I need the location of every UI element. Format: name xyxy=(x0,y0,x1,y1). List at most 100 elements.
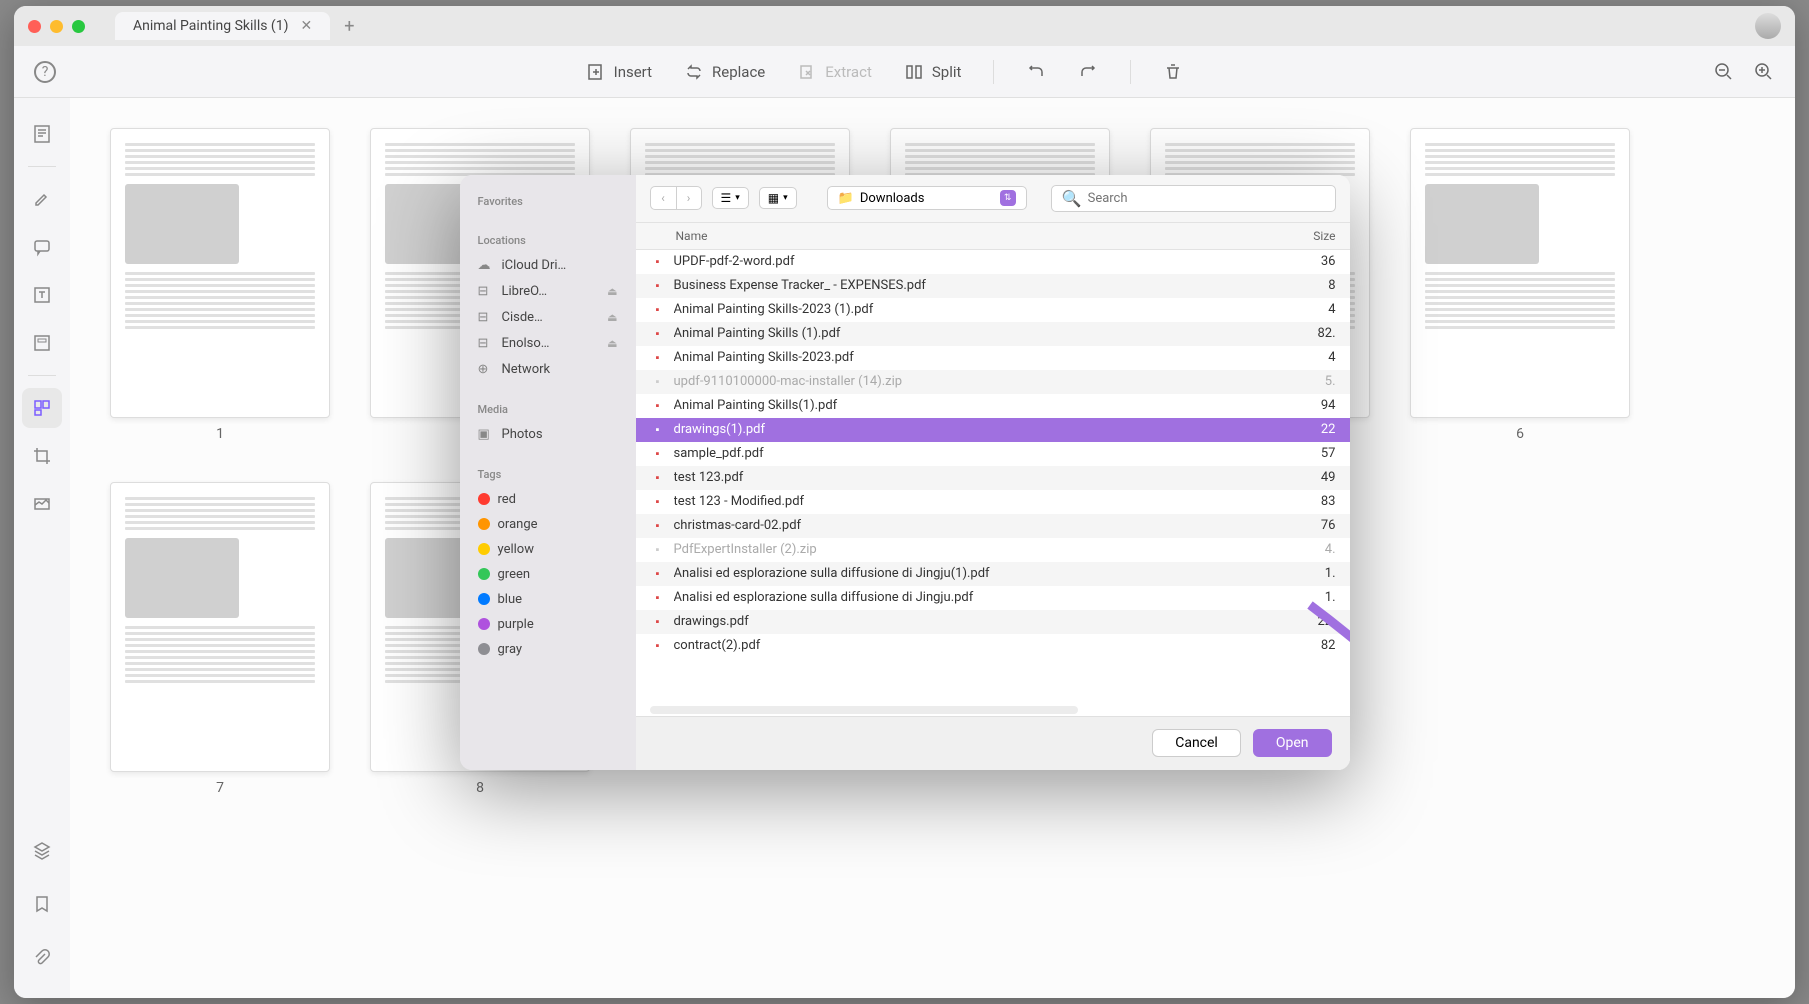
sidebar-item-enolsoft[interactable]: ⊟Enolso…⏏ xyxy=(460,331,636,357)
file-size: 4. xyxy=(1276,542,1336,557)
tag-item-yellow[interactable]: yellow xyxy=(460,537,636,562)
locations-header: Locations xyxy=(460,228,636,253)
nav-back-button[interactable]: ‹ xyxy=(650,186,676,210)
tag-dot-icon xyxy=(478,518,490,530)
file-row[interactable]: ▪Analisi ed esplorazione sulla diffusion… xyxy=(636,586,1350,610)
file-size: 1. xyxy=(1276,566,1336,581)
dialog-footer: Cancel Open xyxy=(636,716,1350,770)
sidebar-item-network[interactable]: ⊕Network xyxy=(460,357,636,383)
location-dropdown[interactable]: 📁 Downloads ⇅ xyxy=(827,186,1027,210)
file-row[interactable]: ▪Animal Painting Skills-2023 (1).pdf4 xyxy=(636,298,1350,322)
view-mode-grid[interactable]: ▦▾ xyxy=(759,187,797,209)
tag-item-orange[interactable]: orange xyxy=(460,512,636,537)
sidebar-item-libreoffice[interactable]: ⊟LibreO…⏏ xyxy=(460,279,636,305)
file-name: christmas-card-02.pdf xyxy=(674,518,1276,533)
tag-dot-icon xyxy=(478,493,490,505)
search-field[interactable]: 🔍 xyxy=(1051,185,1336,212)
tag-dot-icon xyxy=(478,543,490,555)
file-row[interactable]: ▪drawings.pdf22. xyxy=(636,610,1350,634)
favorites-header: Favorites xyxy=(460,189,636,214)
file-row[interactable]: ▪ PdfExpertInstaller (2).zip4. xyxy=(636,538,1350,562)
dialog-overlay: Favorites Locations ☁iCloud Dri… ⊟LibreO… xyxy=(0,0,1809,1004)
file-name: test 123 - Modified.pdf xyxy=(674,494,1276,509)
file-name: Analisi ed esplorazione sulla diffusione… xyxy=(674,566,1276,581)
cloud-icon: ☁ xyxy=(478,258,494,274)
file-row[interactable]: ▪Animal Painting Skills-2023.pdf4 xyxy=(636,346,1350,370)
file-icon: ▪ xyxy=(650,494,666,510)
file-row[interactable]: ▪test 123.pdf49 xyxy=(636,466,1350,490)
tag-dot-icon xyxy=(478,643,490,655)
grid-icon: ▦ xyxy=(768,191,779,205)
file-column-headers: Name Size xyxy=(636,223,1350,250)
file-size: 4 xyxy=(1276,302,1336,317)
file-name: test 123.pdf xyxy=(674,470,1276,485)
file-icon: ▪ xyxy=(650,566,666,582)
file-name: PdfExpertInstaller (2).zip xyxy=(674,542,1276,557)
file-row[interactable]: ▪ Business Expense Tracker_ - EXPENSES.pd… xyxy=(636,274,1350,298)
tag-item-blue[interactable]: blue xyxy=(460,587,636,612)
file-size: 57 xyxy=(1276,446,1336,461)
tag-item-purple[interactable]: purple xyxy=(460,612,636,637)
media-header: Media xyxy=(460,397,636,422)
file-icon: ▪ xyxy=(650,422,666,438)
file-row[interactable]: ▪updf-9110100000-mac-installer (14).zip5… xyxy=(636,370,1350,394)
column-size[interactable]: Size xyxy=(1276,229,1336,243)
chevron-down-icon: ▾ xyxy=(735,193,740,203)
file-row[interactable]: ▪Animal Painting Skills(1).pdf94 xyxy=(636,394,1350,418)
file-name: drawings(1).pdf xyxy=(674,422,1276,437)
file-size: 82. xyxy=(1276,326,1336,341)
disk-icon: ⊟ xyxy=(478,336,494,352)
file-size: 22 xyxy=(1276,422,1336,437)
file-size: 4 xyxy=(1276,350,1336,365)
file-icon: ▪ xyxy=(650,374,666,390)
view-mode-list[interactable]: ☰▾ xyxy=(712,187,749,209)
open-button[interactable]: Open xyxy=(1253,729,1332,757)
file-size: 76 xyxy=(1276,518,1336,533)
cancel-button[interactable]: Cancel xyxy=(1152,729,1241,757)
file-row[interactable]: ▪ christmas-card-02.pdf76 xyxy=(636,514,1350,538)
eject-icon[interactable]: ⏏ xyxy=(607,337,617,350)
file-icon: ▪ xyxy=(650,254,666,270)
file-row[interactable]: ▪Animal Painting Skills (1).pdf82. xyxy=(636,322,1350,346)
file-icon: ▪ xyxy=(650,326,666,342)
file-icon: ▪ xyxy=(650,398,666,414)
horizontal-scrollbar[interactable] xyxy=(650,706,1078,714)
file-row[interactable]: ▪ drawings(1).pdf22 xyxy=(636,418,1350,442)
file-size: 1. xyxy=(1276,590,1336,605)
file-size: 36 xyxy=(1276,254,1336,269)
sidebar-item-photos[interactable]: ▣Photos xyxy=(460,422,636,448)
file-name: Animal Painting Skills(1).pdf xyxy=(674,398,1276,413)
sidebar-item-cisdem[interactable]: ⊟Cisde…⏏ xyxy=(460,305,636,331)
column-name[interactable]: Name xyxy=(650,229,1276,243)
eject-icon[interactable]: ⏏ xyxy=(607,311,617,324)
tag-item-red[interactable]: red xyxy=(460,487,636,512)
tag-item-gray[interactable]: gray xyxy=(460,637,636,662)
folder-icon: 📁 xyxy=(838,191,854,206)
file-icon: ▪ xyxy=(650,350,666,366)
file-row[interactable]: ▪ contract(2).pdf82 xyxy=(636,634,1350,658)
dialog-toolbar: ‹ › ☰▾ ▦▾ 📁 Downloads ⇅ 🔍 xyxy=(636,175,1350,223)
file-icon: ▪ xyxy=(650,590,666,606)
tag-item-green[interactable]: green xyxy=(460,562,636,587)
file-name: Business Expense Tracker_ - EXPENSES.pdf xyxy=(674,278,1276,293)
search-input[interactable] xyxy=(1088,191,1325,206)
file-list[interactable]: ▪UPDF-pdf-2-word.pdf36▪Business Expense … xyxy=(636,250,1350,706)
file-row[interactable]: ▪UPDF-pdf-2-word.pdf36 xyxy=(636,250,1350,274)
file-size: 82 xyxy=(1276,638,1336,653)
file-open-dialog: Favorites Locations ☁iCloud Dri… ⊟LibreO… xyxy=(460,175,1350,770)
file-icon: ▪ xyxy=(650,278,666,294)
nav-forward-button[interactable]: › xyxy=(676,186,702,210)
file-icon: ▪ xyxy=(650,518,666,534)
updown-icon: ⇅ xyxy=(1000,190,1016,206)
file-name: contract(2).pdf xyxy=(674,638,1276,653)
tag-dot-icon xyxy=(478,593,490,605)
file-row[interactable]: ▪test 123 - Modified.pdf83 xyxy=(636,490,1350,514)
file-icon: ▪ xyxy=(650,542,666,558)
eject-icon[interactable]: ⏏ xyxy=(607,285,617,298)
file-row[interactable]: ▪sample_pdf.pdf57 xyxy=(636,442,1350,466)
file-size: 5. xyxy=(1276,374,1336,389)
sidebar-item-icloud[interactable]: ☁iCloud Dri… xyxy=(460,253,636,279)
file-row[interactable]: ▪ Analisi ed esplorazione sulla diffusion… xyxy=(636,562,1350,586)
file-icon: ▪ xyxy=(650,470,666,486)
file-icon: ▪ xyxy=(650,638,666,654)
